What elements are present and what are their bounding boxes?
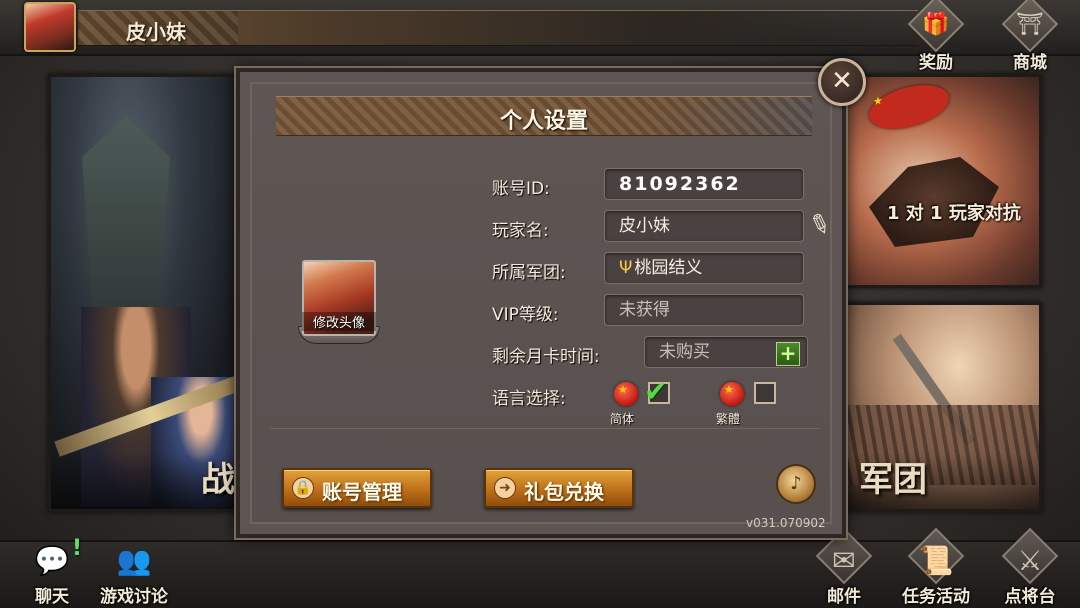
discussion-label: 游戏讨论 (100, 587, 168, 607)
mail-label: 邮件 (827, 587, 861, 607)
account-id-value: 81092362 (604, 168, 804, 200)
trident-icon: Ψ (619, 258, 633, 278)
china-flag-icon (614, 382, 638, 406)
avatar-caption: 修改头像 (302, 312, 376, 331)
chat-button[interactable]: 💬 ! 聊天 (12, 536, 92, 608)
player-name-label: 玩家名: (492, 221, 549, 241)
banner-art (869, 78, 949, 136)
dialog-title-bar: 个人设置 (276, 96, 812, 136)
pagoda-icon: ⛩ (1016, 12, 1044, 37)
arrow-right-icon: ➜ (494, 477, 516, 499)
pvp-panel[interactable]: 1 对 1 玩家对抗 (836, 74, 1042, 288)
traditional-label: 繁體 (716, 412, 741, 426)
dialog-title: 个人设置 (499, 109, 588, 134)
vip-value: 未获得 (604, 294, 804, 326)
buy-monthcard-button[interactable]: + (776, 342, 800, 366)
legion-value: 桃园结义 (634, 258, 703, 278)
checkmark-icon: ✔ (644, 375, 668, 408)
sword-icon: ⚔ (1017, 544, 1043, 577)
scroll-icon: 📜 (918, 544, 954, 577)
notification-badge: ! (72, 536, 83, 561)
campaign-label: 战 (201, 460, 235, 500)
generals-button[interactable]: ⚔ 点将台 (990, 527, 1070, 608)
settings-dialog: 个人设置 ✕ 修改头像 账号ID: 81092362 玩家名: 皮小妹 ✎ 所属… (236, 58, 866, 538)
account-manage-button[interactable]: 🔒 账号管理 (282, 468, 432, 508)
top-bar: 皮小妹 🎁 奖励 ⛩ 商城 (0, 0, 1080, 73)
china-flag-icon-2 (720, 382, 744, 406)
lock-icon: 🔒 (292, 477, 314, 499)
shop-button[interactable]: ⛩ 商城 (998, 0, 1062, 73)
close-button[interactable]: ✕ (818, 58, 866, 106)
mail-button[interactable]: ✉ 邮件 (804, 527, 884, 608)
gift-icon: 🎁 (922, 12, 950, 37)
player-name: 皮小妹 (126, 20, 186, 44)
quests-button[interactable]: 📜 任务活动 (896, 527, 976, 608)
vip-label: VIP等级: (492, 305, 559, 325)
simplified-label: 简体 (610, 412, 635, 426)
gift-redeem-button[interactable]: ➜ 礼包兑换 (484, 468, 634, 508)
beast-art (869, 157, 999, 247)
legion-field: Ψ 桃园结义 (604, 252, 804, 284)
tower-art (82, 117, 170, 317)
pvp-caption: 1 对 1 玩家对抗 (887, 203, 1021, 224)
drum-icon[interactable]: ♪ (776, 464, 816, 504)
quests-label: 任务活动 (902, 587, 970, 607)
envelope-icon: ✉ (832, 544, 856, 577)
legion-label: 军团 (859, 460, 927, 500)
account-id-label: 账号ID: (492, 179, 550, 199)
legion-label: 所属军团: (492, 263, 566, 283)
monthcard-label: 剩余月卡时间: (492, 347, 600, 367)
rewards-label: 奖励 (919, 53, 953, 73)
player-avatar[interactable] (24, 2, 76, 52)
shop-label: 商城 (1013, 53, 1047, 73)
campaign-panel[interactable]: 战 (48, 74, 248, 512)
legion-panel[interactable]: 军团 (836, 302, 1042, 512)
version-text: v031.070902 (746, 516, 826, 530)
close-icon: ✕ (831, 66, 853, 96)
gift-redeem-label: 礼包兑换 (524, 480, 604, 504)
generals-label: 点将台 (1004, 587, 1056, 607)
name-strip (78, 10, 918, 46)
language-label: 语言选择: (492, 389, 566, 409)
divider (270, 428, 820, 429)
traditional-checkbox[interactable] (754, 382, 776, 404)
users-icon: 👥 (116, 544, 152, 577)
rewards-button[interactable]: 🎁 奖励 (904, 0, 968, 73)
account-manage-label: 账号管理 (322, 480, 402, 504)
player-name-value: 皮小妹 (604, 210, 804, 242)
plus-icon: + (779, 341, 797, 365)
discussion-button[interactable]: 👥 游戏讨论 (94, 536, 174, 608)
